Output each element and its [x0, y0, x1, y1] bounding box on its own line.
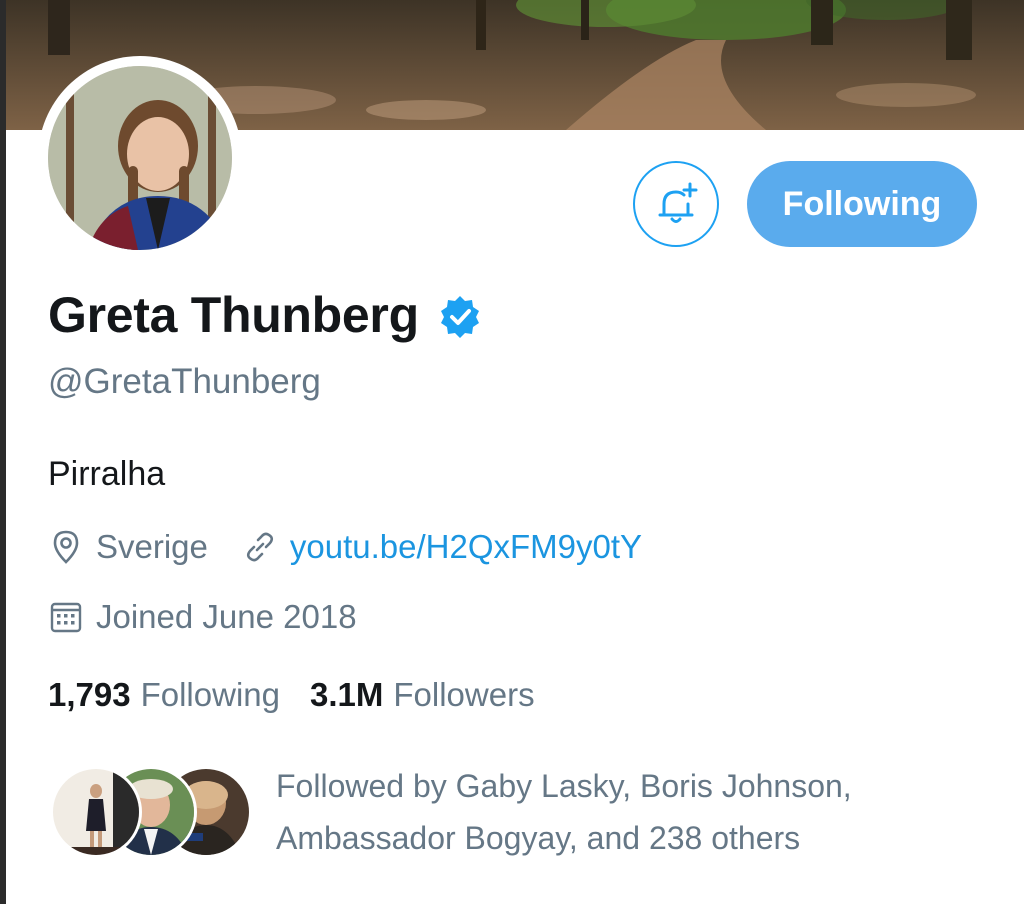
- avatar-photo: [48, 66, 232, 250]
- mutual-followers-avatars[interactable]: [50, 766, 252, 858]
- bell-plus-icon: [658, 182, 698, 223]
- name-row: Greta Thunberg: [48, 286, 483, 344]
- mutual-avatar-gaby-lasky: [50, 766, 142, 858]
- user-handle: @GretaThunberg: [48, 362, 321, 401]
- profile-page: Following Greta Thunberg @GretaThunberg …: [0, 0, 1024, 904]
- location-pin-icon: [53, 530, 79, 564]
- display-name: Greta Thunberg: [48, 287, 419, 343]
- profile-stats: 1,793 Following 3.1M Followers: [48, 676, 535, 714]
- followed-by-text[interactable]: Followed by Gaby Lasky, Boris Johnson, A…: [276, 760, 976, 864]
- joined-date: Joined June 2018: [96, 598, 357, 635]
- following-stat-link[interactable]: 1,793 Following: [48, 676, 280, 714]
- profile-bio: Pirralha: [48, 455, 166, 493]
- profile-meta-location-row: Sverige youtu.be/H2QxFM9y0tY: [48, 528, 642, 566]
- link-icon: [246, 532, 273, 562]
- calendar-icon: [50, 602, 82, 633]
- location-text: Sverige: [96, 528, 208, 565]
- following-count: 1,793: [48, 676, 131, 713]
- profile-avatar[interactable]: [38, 56, 242, 260]
- profile-website-link[interactable]: youtu.be/H2QxFM9y0tY: [290, 528, 642, 566]
- followers-label: Followers: [393, 676, 535, 713]
- followed-by-line-2: Ambassador Bogyay, and 238 others: [276, 820, 801, 856]
- window-edge: [0, 0, 6, 904]
- notifications-bell-button[interactable]: [633, 161, 719, 247]
- followed-by-line-1: Followed by Gaby Lasky, Boris Johnson,: [276, 768, 852, 804]
- verified-badge-icon: [440, 296, 479, 338]
- profile-meta-joined-row: Joined June 2018: [48, 598, 357, 636]
- following-button[interactable]: Following: [747, 161, 977, 247]
- followers-stat-link[interactable]: 3.1M Followers: [310, 676, 535, 714]
- followers-count: 3.1M: [310, 676, 384, 713]
- following-label: Following: [140, 676, 280, 713]
